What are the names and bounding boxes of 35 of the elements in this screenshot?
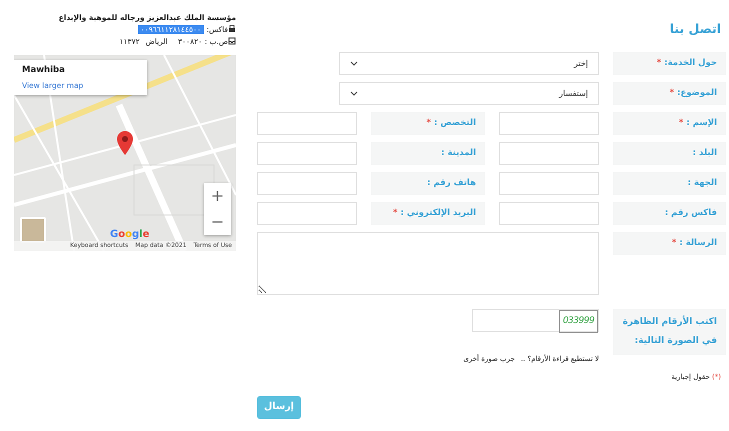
zoom-out-button[interactable]: − [204,209,231,235]
input-field[interactable] [499,112,599,135]
caret-icon [350,61,358,66]
google-logo: Google [110,228,150,242]
input-field[interactable] [257,172,357,195]
input-field[interactable] [499,172,599,195]
field-label: حول الخدمة: * [613,52,726,75]
input-field[interactable] [257,142,357,165]
inbox-icon [228,37,236,45]
field-label: الموضوع: * [613,82,726,105]
captcha-label: اكتب الأرقام الظاهرة في الصورة التالية: [613,309,726,355]
field-label: الإسم : * [613,112,726,135]
place-title: Mawhiba [22,64,66,77]
field-label: فاكس رقم : [613,202,726,225]
fax-icon [228,25,236,33]
form-title: اتصل بنا [668,20,721,38]
field-label: البلد : [613,142,726,165]
select-field[interactable]: إختر [339,52,599,75]
input-field[interactable] [499,202,599,225]
zoom-in-button[interactable]: + [204,183,231,209]
field-label: الرسالة : * [613,232,726,255]
field-label: التخصص : * [371,112,485,135]
field-label: البريد الإلكتروني : * [371,202,485,225]
message-field[interactable] [257,232,599,295]
input-field[interactable] [257,112,357,135]
captcha-image: 033999 [559,310,598,333]
input-field[interactable] [499,142,599,165]
caret-icon [350,91,358,96]
satellite-thumbnail[interactable] [20,217,46,243]
select-field[interactable]: إستفسار [339,82,599,105]
field-label: هاتف رقم : [371,172,485,195]
input-field[interactable] [257,202,357,225]
field-label: الجهة : [613,172,726,195]
location-pin-icon [117,131,133,155]
field-label: المدينة : [371,142,485,165]
